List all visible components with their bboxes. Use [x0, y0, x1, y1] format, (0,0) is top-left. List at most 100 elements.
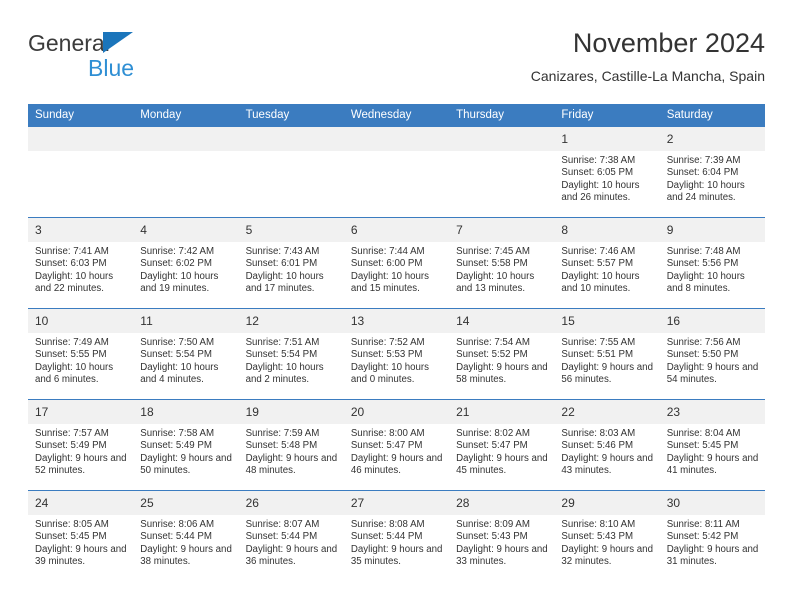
day-cell[interactable] — [343, 127, 450, 218]
sunrise-text: Sunrise: 7:59 AM — [245, 428, 320, 439]
day-cell[interactable]: 10 Sunrise: 7:49 AM Sunset: 5:55 PM Dayl… — [28, 308, 134, 400]
day-cell[interactable]: 7 Sunrise: 7:45 AM Sunset: 5:58 PM Dayli… — [449, 217, 555, 309]
day-cell[interactable] — [449, 127, 555, 218]
day-number: 28 — [449, 491, 555, 515]
weekday-header-thursday: Thursday — [449, 104, 555, 127]
day-cell[interactable]: 1 Sunrise: 7:38 AM Sunset: 6:05 PM Dayli… — [554, 127, 660, 218]
day-cell[interactable]: 16 Sunrise: 7:56 AM Sunset: 5:50 PM Dayl… — [659, 308, 765, 400]
day-cell[interactable]: 3 Sunrise: 7:41 AM Sunset: 6:03 PM Dayli… — [28, 217, 134, 309]
daylight-text: Daylight: 9 hours and 41 minutes. — [666, 452, 759, 477]
day-number: 14 — [449, 309, 555, 333]
day-details: Sunrise: 7:51 AM Sunset: 5:54 PM Dayligh… — [239, 333, 344, 387]
daylight-text: Daylight: 10 hours and 10 minutes. — [561, 270, 640, 295]
day-cell[interactable]: 12 Sunrise: 7:51 AM Sunset: 5:54 PM Dayl… — [238, 308, 344, 400]
sunrise-text: Sunrise: 7:49 AM — [35, 337, 109, 348]
day-number: 11 — [133, 309, 239, 333]
page-title: November 2024 — [572, 28, 765, 58]
daylight-text: Daylight: 9 hours and 35 minutes. — [350, 543, 443, 568]
day-number — [28, 127, 134, 151]
sunrise-text: Sunrise: 8:08 AM — [350, 519, 425, 530]
sunset-text: Sunset: 5:55 PM — [35, 349, 107, 361]
day-details: Sunrise: 8:09 AM Sunset: 5:43 PM Dayligh… — [449, 515, 554, 569]
day-number: 2 — [659, 127, 765, 151]
sunrise-text: Sunrise: 8:06 AM — [140, 519, 215, 530]
logo-text-general: General — [28, 30, 110, 56]
day-details: Sunrise: 7:43 AM Sunset: 6:01 PM Dayligh… — [239, 242, 344, 296]
page-subtitle: Canizares, Castille-La Mancha, Spain — [530, 68, 765, 84]
day-details — [449, 151, 554, 155]
sunrise-text: Sunrise: 7:55 AM — [561, 337, 636, 348]
day-cell[interactable]: 19 Sunrise: 7:59 AM Sunset: 5:48 PM Dayl… — [238, 399, 344, 491]
day-number: 8 — [554, 218, 660, 242]
day-number: 9 — [659, 218, 765, 242]
sunrise-text: Sunrise: 7:57 AM — [35, 428, 109, 439]
day-details: Sunrise: 7:41 AM Sunset: 6:03 PM Dayligh… — [28, 242, 133, 296]
day-cell[interactable]: 20 Sunrise: 8:00 AM Sunset: 5:47 PM Dayl… — [343, 399, 450, 491]
day-details: Sunrise: 7:45 AM Sunset: 5:58 PM Dayligh… — [449, 242, 554, 296]
day-cell[interactable]: 22 Sunrise: 8:03 AM Sunset: 5:46 PM Dayl… — [554, 399, 660, 491]
daylight-text: Daylight: 10 hours and 26 minutes. — [561, 179, 640, 204]
day-cell[interactable]: 15 Sunrise: 7:55 AM Sunset: 5:51 PM Dayl… — [554, 308, 660, 400]
day-number: 1 — [554, 127, 660, 151]
day-cell[interactable]: 28 Sunrise: 8:09 AM Sunset: 5:43 PM Dayl… — [449, 490, 555, 581]
sunset-text: Sunset: 6:03 PM — [35, 258, 107, 270]
day-number: 29 — [554, 491, 660, 515]
day-number: 7 — [449, 218, 555, 242]
day-number: 19 — [238, 400, 344, 424]
day-cell[interactable]: 5 Sunrise: 7:43 AM Sunset: 6:01 PM Dayli… — [238, 217, 344, 309]
day-cell[interactable]: 14 Sunrise: 7:54 AM Sunset: 5:52 PM Dayl… — [449, 308, 555, 400]
weekday-header-tuesday: Tuesday — [238, 104, 344, 127]
calendar-page: General Blue November 2024 Canizares, Ca… — [0, 0, 792, 612]
day-cell[interactable]: 9 Sunrise: 7:48 AM Sunset: 5:56 PM Dayli… — [659, 217, 765, 309]
sunset-text: Sunset: 5:53 PM — [350, 349, 423, 361]
day-details — [239, 151, 344, 155]
day-number: 15 — [554, 309, 660, 333]
sunrise-text: Sunrise: 7:52 AM — [350, 337, 425, 348]
daylight-text: Daylight: 9 hours and 52 minutes. — [35, 452, 127, 477]
sunrise-text: Sunrise: 7:50 AM — [140, 337, 215, 348]
day-details — [344, 151, 449, 155]
day-details — [28, 151, 133, 155]
day-cell[interactable]: 8 Sunrise: 7:46 AM Sunset: 5:57 PM Dayli… — [554, 217, 660, 309]
daylight-text: Daylight: 9 hours and 39 minutes. — [35, 543, 127, 568]
day-cell[interactable]: 27 Sunrise: 8:08 AM Sunset: 5:44 PM Dayl… — [343, 490, 450, 581]
sunrise-text: Sunrise: 7:58 AM — [140, 428, 215, 439]
sunrise-text: Sunrise: 7:38 AM — [561, 155, 636, 166]
day-details: Sunrise: 7:58 AM Sunset: 5:49 PM Dayligh… — [133, 424, 238, 478]
day-details: Sunrise: 8:10 AM Sunset: 5:43 PM Dayligh… — [554, 515, 659, 569]
day-cell[interactable]: 13 Sunrise: 7:52 AM Sunset: 5:53 PM Dayl… — [343, 308, 450, 400]
day-cell[interactable]: 4 Sunrise: 7:42 AM Sunset: 6:02 PM Dayli… — [133, 217, 239, 309]
sunrise-text: Sunrise: 7:43 AM — [245, 246, 320, 257]
day-cell[interactable] — [28, 127, 134, 218]
day-cell[interactable]: 30 Sunrise: 8:11 AM Sunset: 5:42 PM Dayl… — [659, 490, 765, 581]
day-cell[interactable]: 2 Sunrise: 7:39 AM Sunset: 6:04 PM Dayli… — [659, 127, 765, 218]
sunset-text: Sunset: 6:01 PM — [245, 258, 318, 270]
sunset-text: Sunset: 5:45 PM — [666, 440, 739, 452]
day-number: 26 — [238, 491, 344, 515]
day-cell[interactable]: 18 Sunrise: 7:58 AM Sunset: 5:49 PM Dayl… — [133, 399, 239, 491]
day-number: 3 — [28, 218, 134, 242]
day-cell[interactable] — [238, 127, 344, 218]
calendar-table: Sunday Monday Tuesday Wednesday Thursday… — [28, 104, 765, 581]
day-cell[interactable]: 6 Sunrise: 7:44 AM Sunset: 6:00 PM Dayli… — [343, 217, 450, 309]
sunset-text: Sunset: 6:04 PM — [666, 167, 739, 179]
day-cell[interactable]: 17 Sunrise: 7:57 AM Sunset: 5:49 PM Dayl… — [28, 399, 134, 491]
calendar-week-row: 1 Sunrise: 7:38 AM Sunset: 6:05 PM Dayli… — [28, 127, 765, 218]
sunrise-text: Sunrise: 7:54 AM — [456, 337, 530, 348]
sunset-text: Sunset: 5:46 PM — [561, 440, 634, 452]
sunset-text: Sunset: 5:54 PM — [140, 349, 212, 361]
day-cell[interactable] — [133, 127, 239, 218]
day-details: Sunrise: 7:54 AM Sunset: 5:52 PM Dayligh… — [449, 333, 554, 387]
day-cell[interactable]: 11 Sunrise: 7:50 AM Sunset: 5:54 PM Dayl… — [133, 308, 239, 400]
day-cell[interactable]: 23 Sunrise: 8:04 AM Sunset: 5:45 PM Dayl… — [659, 399, 765, 491]
day-number: 4 — [133, 218, 239, 242]
day-cell[interactable]: 29 Sunrise: 8:10 AM Sunset: 5:43 PM Dayl… — [554, 490, 660, 581]
day-number: 20 — [343, 400, 450, 424]
day-cell[interactable]: 25 Sunrise: 8:06 AM Sunset: 5:44 PM Dayl… — [133, 490, 239, 581]
day-cell[interactable]: 21 Sunrise: 8:02 AM Sunset: 5:47 PM Dayl… — [449, 399, 555, 491]
day-cell[interactable]: 24 Sunrise: 8:05 AM Sunset: 5:45 PM Dayl… — [28, 490, 134, 581]
day-cell[interactable]: 26 Sunrise: 8:07 AM Sunset: 5:44 PM Dayl… — [238, 490, 344, 581]
brand-logo[interactable]: General Blue — [28, 30, 238, 86]
daylight-text: Daylight: 10 hours and 15 minutes. — [350, 270, 429, 295]
daylight-text: Daylight: 9 hours and 32 minutes. — [561, 543, 653, 568]
